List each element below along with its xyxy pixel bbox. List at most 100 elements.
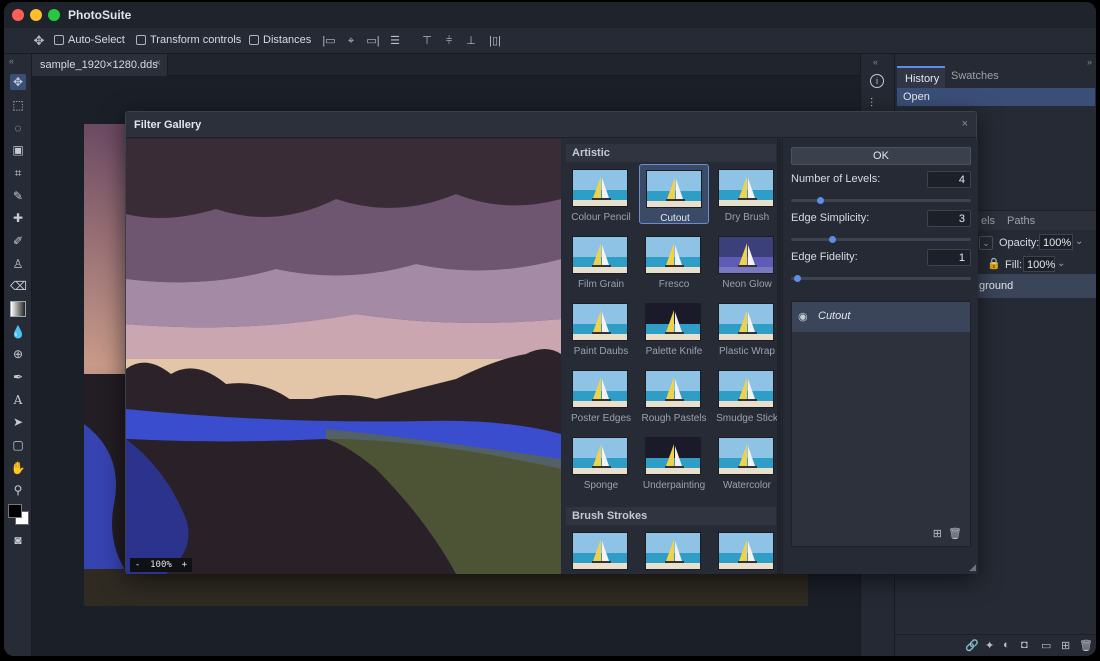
align-right-icon[interactable]: ▭| (366, 34, 380, 48)
opacity-input[interactable]: 100% (1039, 234, 1073, 250)
resize-grip-icon[interactable]: ◢ (969, 562, 976, 573)
fill-input[interactable]: 100% (1023, 256, 1055, 272)
param-slider[interactable] (791, 275, 971, 282)
chevron-down-icon[interactable]: ⌄ (1075, 236, 1083, 247)
filter-thumb-poster-edges[interactable]: Poster Edges (566, 365, 636, 425)
distances-checkbox[interactable]: Distances (249, 34, 311, 46)
collapse-icon[interactable]: « (9, 56, 14, 66)
tab-swatches[interactable]: Swatches (951, 70, 999, 82)
collapse-panels-icon[interactable]: « (873, 57, 878, 67)
zoom-tool-icon[interactable]: ⚲ (10, 482, 26, 498)
align-bottom-icon[interactable]: ⊥ (464, 34, 478, 48)
align-left-icon[interactable]: |▭ (322, 34, 336, 48)
category-header-brush-strokes[interactable]: Brush Strokes (566, 507, 776, 525)
slider-knob[interactable] (829, 236, 837, 243)
new-layer-icon[interactable]: ⊞ (1061, 639, 1070, 652)
filter-thumb-dry-brush[interactable]: Dry Brush (712, 164, 781, 224)
dialog-title-bar[interactable]: Filter Gallery × (126, 112, 976, 138)
lasso-tool-icon[interactable]: ◌ (10, 120, 26, 136)
lock-icon[interactable]: 🔒 (987, 257, 1001, 270)
minimize-window-button[interactable] (30, 9, 42, 21)
link-layers-icon[interactable]: 🔗 (965, 639, 979, 652)
param-slider[interactable] (791, 197, 971, 204)
close-dialog-icon[interactable]: × (962, 118, 968, 130)
filter-thumb-palette-knife[interactable]: Palette Knife (639, 298, 709, 358)
ok-button[interactable]: OK (791, 147, 971, 165)
delete-effect-layer-icon[interactable]: 🗑 (948, 527, 962, 540)
hand-tool-icon[interactable]: ✋ (10, 460, 26, 476)
marquee-tool-icon[interactable]: ⬚ (10, 97, 26, 113)
filter-thumb-cutout[interactable]: Cutout (639, 164, 709, 224)
gradient-tool-icon[interactable] (10, 301, 26, 317)
filter-thumb-brush-stroke[interactable] (712, 527, 781, 574)
distribute-icon[interactable]: ☰ (388, 34, 402, 48)
filter-thumb-brush-stroke[interactable] (639, 527, 709, 574)
distribute-h-icon[interactable]: |▯| (486, 34, 504, 48)
type-tool-icon[interactable]: A (10, 392, 26, 408)
path-select-tool-icon[interactable]: ➤ (10, 414, 26, 430)
brush-tool-icon[interactable]: ✐ (10, 233, 26, 249)
zoom-window-button[interactable] (48, 9, 60, 21)
pen-tool-icon[interactable]: ✒ (10, 369, 26, 385)
magic-select-tool-icon[interactable]: ▣ (10, 142, 26, 158)
shape-tool-icon[interactable]: ▢ (10, 437, 26, 453)
quick-mask-icon[interactable]: ◙ (10, 532, 26, 548)
transform-controls-checkbox[interactable]: Transform controls (136, 34, 241, 46)
param-value-input[interactable]: 4 (927, 171, 971, 188)
category-header-artistic[interactable]: Artistic (566, 144, 776, 162)
filter-thumb-watercolor[interactable]: Watercolor (712, 432, 781, 492)
filter-thumb-smudge-stick[interactable]: Smudge Stick (712, 365, 781, 425)
adjustment-layer-icon[interactable]: ◐ (1003, 639, 1010, 651)
healing-tool-icon[interactable]: ✚ (10, 210, 26, 226)
slider-knob[interactable] (816, 197, 824, 204)
history-item[interactable]: Open (897, 88, 1095, 106)
filter-thumb-rough-pastels[interactable]: Rough Pastels (639, 365, 709, 425)
filter-thumb-film-grain[interactable]: Film Grain (566, 231, 636, 291)
effect-layer-row[interactable]: ◉ Cutout (792, 302, 970, 332)
filter-thumb-sponge[interactable]: Sponge (566, 432, 636, 492)
align-middle-icon[interactable]: ⫩ (442, 34, 456, 48)
layer-style-icon[interactable]: ✦ (985, 639, 994, 652)
dodge-tool-icon[interactable]: ⊕ (10, 346, 26, 362)
close-tab-icon[interactable]: × (155, 58, 161, 69)
delete-layer-icon[interactable]: 🗑 (1079, 639, 1093, 652)
add-mask-icon[interactable]: ◘ (1021, 639, 1028, 651)
filter-thumb-neon-glow[interactable]: Neon Glow (712, 231, 781, 291)
filter-thumb-brush-stroke[interactable] (566, 527, 636, 574)
chevron-down-icon[interactable]: ⌄ (1057, 258, 1065, 269)
tab-paths[interactable]: Paths (1007, 215, 1035, 227)
close-window-button[interactable] (12, 9, 24, 21)
blend-mode-dropdown[interactable]: ⌄ (979, 236, 993, 250)
move-tool-icon[interactable]: ✥ (10, 74, 26, 90)
zoom-in-button[interactable]: + (182, 560, 187, 570)
align-center-h-icon[interactable]: ⌖ (344, 34, 358, 48)
tab-channels[interactable]: els (981, 215, 995, 227)
crop-tool-icon[interactable]: ⌗ (10, 165, 26, 181)
blur-tool-icon[interactable]: 💧 (10, 324, 26, 340)
align-top-icon[interactable]: ⊤ (420, 34, 434, 48)
param-label: Edge Simplicity: (791, 212, 870, 224)
zoom-out-button[interactable]: - (135, 560, 140, 570)
filter-preview[interactable]: - 100% + (126, 139, 561, 574)
filter-thumb-plastic-wrap[interactable]: Plastic Wrap (712, 298, 781, 358)
new-group-icon[interactable]: ▭ (1041, 639, 1051, 652)
adjustments-icon[interactable]: ⫶ (870, 96, 873, 111)
new-effect-layer-icon[interactable]: ⊞ (933, 527, 942, 540)
filter-thumb-colour-pencil[interactable]: Colour Pencil (566, 164, 636, 224)
stamp-tool-icon[interactable]: ♙ (10, 256, 26, 272)
slider-knob[interactable] (794, 275, 802, 282)
eye-icon[interactable]: ◉ (798, 310, 808, 323)
auto-select-checkbox[interactable]: Auto-Select (54, 34, 125, 46)
param-slider[interactable] (791, 236, 971, 243)
info-icon[interactable]: i (870, 74, 884, 88)
gallery-scrollbar[interactable] (777, 139, 781, 574)
eyedropper-tool-icon[interactable]: ✎ (10, 188, 26, 204)
filter-thumb-fresco[interactable]: Fresco (639, 231, 709, 291)
param-value-input[interactable]: 1 (927, 249, 971, 266)
filter-thumb-paint-daubs[interactable]: Paint Daubs (566, 298, 636, 358)
document-tab[interactable]: sample_1920×1280.dds × (32, 54, 168, 76)
eraser-tool-icon[interactable]: ⌫ (10, 278, 27, 294)
tab-history[interactable]: History (897, 66, 945, 88)
filter-thumb-underpainting[interactable]: Underpainting (639, 432, 709, 492)
param-value-input[interactable]: 3 (927, 210, 971, 227)
